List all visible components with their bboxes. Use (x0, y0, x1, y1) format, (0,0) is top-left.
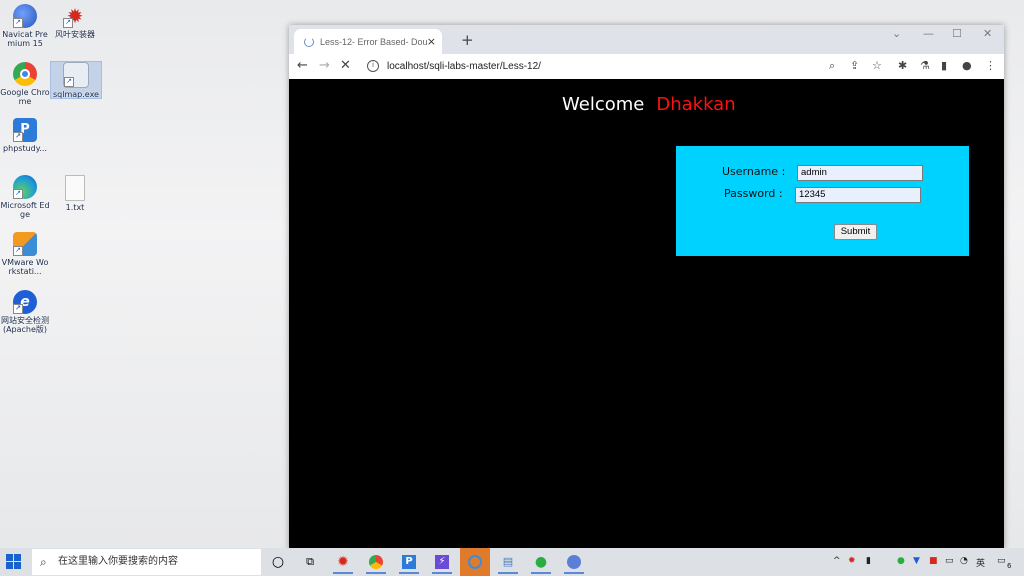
navicat-icon: ↗ (13, 4, 37, 28)
taskbar-search-box[interactable]: ⌕ 在这里输入你要搜索的内容 (32, 549, 261, 575)
url-text: localhost/sqli-labs-master/Less-12/ (387, 61, 541, 72)
forward-arrow-icon[interactable]: → (319, 59, 330, 73)
search-placeholder: 在这里输入你要搜索的内容 (58, 556, 178, 567)
site-info-icon[interactable]: i (367, 60, 379, 73)
notification-count: 6 (1007, 562, 1012, 570)
taskbar-wechat-icon[interactable]: ● (531, 552, 551, 574)
stop-loading-icon[interactable]: ✕ (340, 59, 351, 73)
tray-wifi-icon[interactable]: ◔ (960, 556, 968, 566)
tab-close-icon[interactable]: × (427, 35, 436, 48)
tray-wechat-icon[interactable]: ● (897, 556, 905, 566)
tab-active[interactable]: Less-12- Error Based- Double × (294, 29, 442, 54)
zoom-icon[interactable]: ⌕ (829, 59, 835, 73)
browser-toolbar: ← → ✕ i localhost/sqli-labs-master/Less-1… (289, 54, 1004, 80)
desktop-icon-label: Microsoft Edge (0, 201, 50, 219)
desktop-icon-chrome[interactable]: Google Chrome (0, 62, 50, 106)
taskbar-phpstudy-icon[interactable]: P (399, 552, 419, 574)
desktop-icon-vmware[interactable]: ↗ VMware Workstati... (0, 232, 50, 276)
tray-mic-icon[interactable]: ▮ (866, 556, 871, 566)
desktop-icon-label: VMware Workstati... (1, 258, 49, 276)
desktop-icon-edge[interactable]: ↗ Microsoft Edge (0, 175, 50, 219)
close-window-button[interactable]: ✕ (983, 27, 992, 40)
extensions-icon[interactable]: ✱ (898, 59, 907, 72)
desktop-icon-txt[interactable]: 1.txt (50, 175, 100, 212)
welcome-heading: Welcome Dhakkan (562, 94, 736, 115)
lab-icon[interactable]: ⚗ (920, 59, 930, 72)
password-input[interactable]: 12345 (795, 187, 921, 203)
taskbar-chrome-alt-icon[interactable] (564, 552, 584, 574)
back-arrow-icon[interactable]: ← (297, 59, 308, 73)
cortana-icon[interactable]: ○ (268, 552, 288, 572)
username-input[interactable]: admin (797, 165, 923, 181)
welcome-label: Welcome (562, 94, 645, 115)
side-panel-icon[interactable]: ▮ (941, 59, 947, 72)
tray-overflow-icon[interactable]: ^ (833, 556, 841, 566)
search-icon: ⌕ (40, 555, 47, 569)
maple-leaf-icon: ✹ ↗ (63, 4, 87, 28)
edge-icon: ↗ (13, 175, 37, 199)
sqlmap-icon: ↗ (63, 62, 89, 88)
desktop-icon-label: 网站安全检测 (Apache版) (1, 316, 49, 334)
submit-button[interactable]: Submit (834, 224, 877, 240)
desktop-icon-label: 风叶安装器 (55, 30, 95, 39)
taskbar-chrome-icon[interactable] (366, 552, 386, 574)
welcome-name: Dhakkan (656, 94, 736, 115)
desktop-icon-website-scanner[interactable]: e ↗ 网站安全检测 (Apache版) (0, 290, 50, 334)
tray-security-icon[interactable]: ■ (929, 556, 938, 566)
task-view-icon[interactable]: ⧉ (300, 552, 320, 572)
maximize-button[interactable]: ☐ (952, 27, 962, 40)
chrome-icon (13, 62, 37, 86)
tray-shield-icon[interactable]: ▼ (913, 556, 920, 566)
vmware-icon: ↗ (13, 232, 37, 256)
menu-kebab-icon[interactable]: ⋮ (985, 59, 996, 72)
taskbar-bolt-app-icon[interactable]: ⚡ (432, 552, 452, 574)
desktop-icon-sqlmap[interactable]: ↗ sqlmap.exe (50, 61, 102, 99)
ie-icon: e ↗ (13, 290, 37, 314)
address-bar[interactable]: i localhost/sqli-labs-master/Less-12/ (361, 57, 861, 76)
taskbar-search-app-icon[interactable] (460, 548, 490, 576)
minimize-button[interactable]: — (923, 27, 934, 40)
text-file-icon (65, 175, 85, 201)
page-content: Welcome Dhakkan Username : admin Password… (289, 79, 1004, 550)
desktop-icon-label: phpstudy... (3, 144, 47, 153)
windows-start-icon[interactable] (6, 554, 22, 570)
tray-app-icon[interactable]: ✹ (848, 556, 856, 566)
tray-ime-label[interactable]: 英 (976, 556, 985, 569)
password-label: Password : (724, 187, 783, 200)
taskbar: ⌕ 在这里输入你要搜索的内容 ○ ⧉ ✹ P ⚡ ▤ ● ^ ✹ ▮ ● ▼ ■… (0, 548, 1024, 576)
share-icon[interactable]: ⇪ (850, 59, 859, 72)
desktop-icon-label: sqlmap.exe (53, 90, 99, 99)
username-label: Username : (722, 165, 786, 178)
desktop-icon-fengye[interactable]: ✹ ↗ 风叶安装器 (50, 4, 100, 39)
desktop-icon-phpstudy[interactable]: P ↗ phpstudy... (0, 118, 50, 153)
login-form: Username : admin Password : 12345 Submit (676, 146, 969, 256)
browser-window: Less-12- Error Based- Double × + ⌄ — ☐ ✕… (289, 25, 1004, 550)
desktop-icon-label: 1.txt (65, 203, 85, 212)
desktop-icon-label: Google Chrome (0, 88, 50, 106)
notification-center-icon[interactable]: ▭ (997, 556, 1006, 566)
new-tab-button[interactable]: + (461, 31, 474, 49)
phpstudy-icon: P ↗ (13, 118, 37, 142)
desktop-icon-label: Navicat Premium 15 (2, 30, 48, 48)
taskbar-maple-app-icon[interactable]: ✹ (333, 552, 353, 574)
tab-bar: Less-12- Error Based- Double × + ⌄ — ☐ ✕ (289, 25, 1004, 54)
taskbar-notepad-icon[interactable]: ▤ (498, 552, 518, 574)
loading-spinner-icon (304, 37, 314, 47)
bookmark-star-icon[interactable]: ☆ (872, 59, 882, 72)
profile-avatar-icon[interactable]: ● (962, 59, 972, 72)
tab-title: Less-12- Error Based- Double (320, 37, 428, 47)
tab-search-icon[interactable]: ⌄ (892, 27, 901, 40)
desktop-icon-navicat[interactable]: ↗ Navicat Premium 15 (0, 4, 50, 48)
tray-network-icon[interactable]: ▭ (945, 556, 954, 566)
